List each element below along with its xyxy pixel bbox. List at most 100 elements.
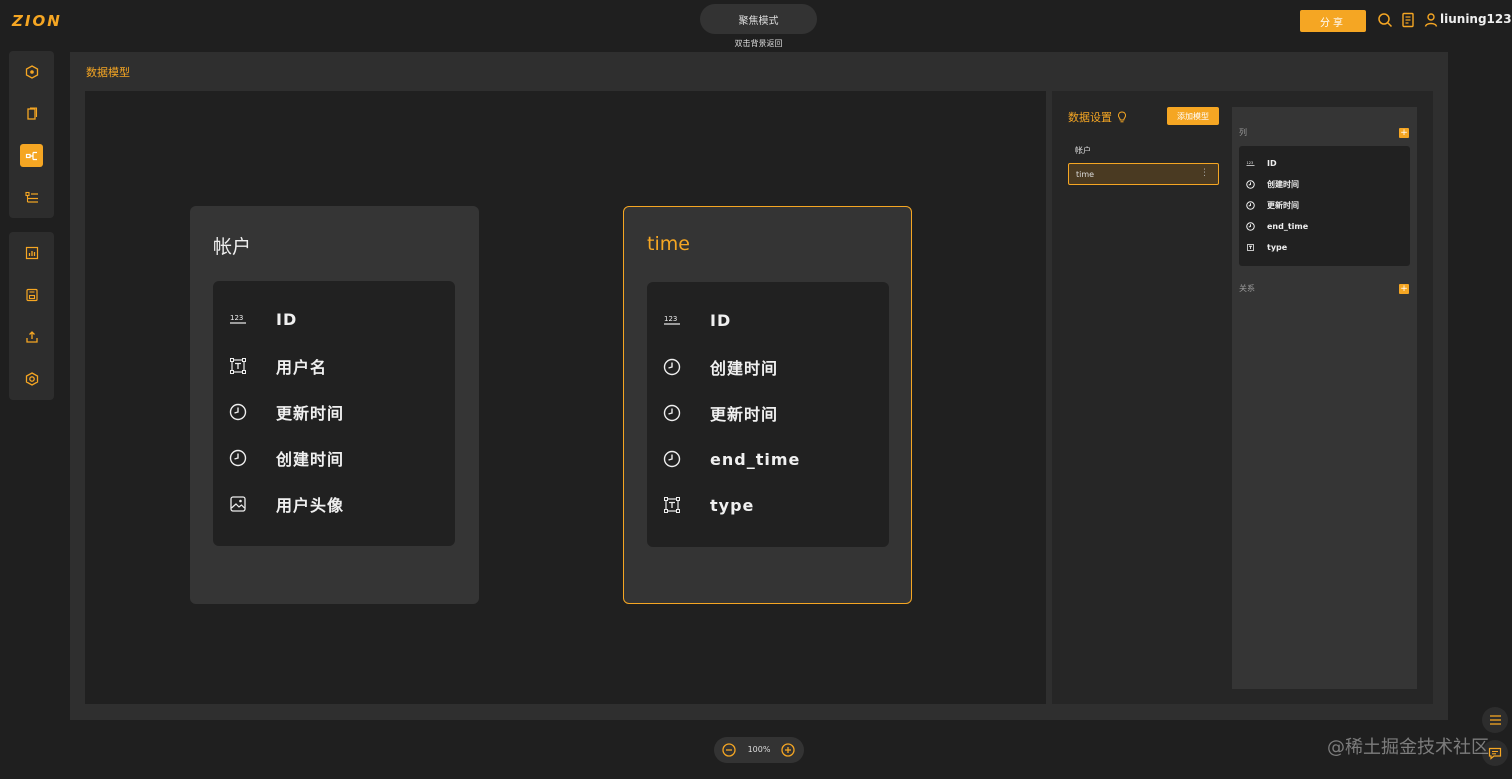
field-label: 创建时间 bbox=[276, 450, 345, 469]
column-label: ID bbox=[1267, 158, 1277, 168]
field-list: 123 ID 创建时间 更新时间 end_time type bbox=[647, 282, 889, 547]
image-icon bbox=[229, 495, 247, 513]
settings-title-text: 数据设置 bbox=[1068, 111, 1112, 124]
svg-text:123: 123 bbox=[1247, 161, 1254, 165]
field-row[interactable]: type bbox=[647, 490, 889, 520]
clock-icon bbox=[663, 450, 681, 468]
sidebar-item-save[interactable] bbox=[20, 283, 43, 306]
field-row[interactable]: 用户头像 bbox=[213, 489, 455, 519]
field-list: 123 ID 用户名 更新时间 创建时间 用户头像 bbox=[213, 281, 455, 546]
zoom-level: 100% bbox=[747, 745, 771, 754]
columns-header: 列 bbox=[1239, 128, 1247, 137]
add-model-button[interactable]: 添加模型 bbox=[1167, 107, 1219, 125]
zoom-control: 100% bbox=[714, 737, 804, 763]
svg-text:123: 123 bbox=[230, 314, 243, 322]
sidebar-item-components[interactable] bbox=[20, 60, 43, 83]
model-list-item-label: time bbox=[1076, 169, 1095, 179]
document-icon[interactable] bbox=[1400, 12, 1416, 28]
app-logo[interactable]: ZION bbox=[12, 12, 62, 30]
page-title: 数据模型 bbox=[86, 66, 130, 79]
text-icon bbox=[229, 357, 247, 375]
field-label: end_time bbox=[710, 449, 801, 469]
user-icon[interactable] bbox=[1423, 12, 1439, 28]
field-label: 更新时间 bbox=[710, 405, 779, 424]
field-row[interactable]: 创建时间 bbox=[213, 443, 455, 473]
zoom-out-icon[interactable] bbox=[722, 743, 736, 757]
sidebar-item-export[interactable] bbox=[20, 325, 43, 348]
field-label: ID bbox=[710, 310, 732, 330]
sidebar-item-dashboard[interactable] bbox=[20, 241, 43, 264]
model-name: 帐户 bbox=[213, 236, 252, 258]
text-icon bbox=[1246, 243, 1255, 252]
chart-icon bbox=[25, 246, 38, 259]
number-icon: 123 bbox=[1246, 159, 1255, 168]
column-row[interactable]: type bbox=[1239, 240, 1410, 254]
tree-list-icon bbox=[24, 191, 38, 203]
sidebar-item-tree[interactable] bbox=[20, 186, 43, 209]
sidebar-group-secondary bbox=[9, 232, 54, 400]
focus-mode-button[interactable]: 聚焦模式 bbox=[700, 4, 817, 34]
sidebar-item-settings[interactable] bbox=[20, 367, 43, 390]
number-icon: 123 bbox=[663, 311, 681, 329]
data-model-icon bbox=[25, 151, 37, 160]
username[interactable]: liuning123 bbox=[1440, 12, 1512, 26]
field-label: 更新时间 bbox=[276, 404, 345, 423]
lightbulb-icon[interactable] bbox=[1117, 111, 1127, 123]
column-list: 123 ID 创建时间 更新时间 end_time type bbox=[1239, 146, 1410, 266]
add-relation-button[interactable]: + bbox=[1399, 284, 1409, 294]
field-row[interactable]: 更新时间 bbox=[213, 397, 455, 427]
clock-icon bbox=[229, 403, 247, 421]
zoom-in-icon[interactable] bbox=[781, 743, 795, 757]
clock-icon bbox=[663, 358, 681, 376]
field-row[interactable]: end_time bbox=[647, 444, 889, 474]
sidebar-group-primary bbox=[9, 51, 54, 218]
column-row[interactable]: end_time bbox=[1239, 219, 1410, 233]
field-row[interactable]: 更新时间 bbox=[647, 398, 889, 428]
more-options-icon[interactable]: ⋮ bbox=[1200, 168, 1209, 178]
column-label: type bbox=[1267, 242, 1288, 252]
field-label: 创建时间 bbox=[710, 359, 779, 378]
field-row[interactable]: 创建时间 bbox=[647, 352, 889, 382]
clock-icon bbox=[1246, 200, 1255, 210]
clock-icon bbox=[663, 404, 681, 422]
field-label: type bbox=[710, 495, 755, 515]
column-row[interactable]: 创建时间 bbox=[1239, 177, 1410, 191]
save-icon bbox=[25, 288, 38, 301]
column-label: 创建时间 bbox=[1267, 179, 1299, 189]
text-icon bbox=[663, 496, 681, 514]
clock-icon bbox=[229, 449, 247, 467]
sidebar-item-pages[interactable] bbox=[20, 102, 43, 125]
add-column-button[interactable]: + bbox=[1399, 128, 1409, 138]
number-icon: 123 bbox=[229, 310, 247, 328]
model-card-account[interactable]: 帐户 123 ID 用户名 更新时间 创建时间 用户头像 bbox=[190, 206, 479, 604]
gear-icon bbox=[25, 371, 38, 386]
field-row[interactable]: 123 ID bbox=[647, 305, 889, 335]
clock-icon bbox=[1246, 179, 1255, 189]
search-icon[interactable] bbox=[1377, 12, 1393, 28]
watermark: @稀土掘金技术社区 bbox=[1327, 737, 1489, 758]
field-label: ID bbox=[276, 309, 298, 329]
pages-icon bbox=[26, 106, 37, 120]
clock-icon bbox=[1246, 221, 1255, 231]
svg-text:123: 123 bbox=[664, 315, 677, 323]
field-row[interactable]: 123 ID bbox=[213, 304, 455, 334]
field-label: 用户名 bbox=[276, 358, 328, 377]
settings-title: 数据设置 bbox=[1068, 109, 1127, 125]
focus-mode-hint: 双击背景返回 bbox=[734, 39, 783, 48]
column-row[interactable]: 更新时间 bbox=[1239, 198, 1410, 212]
field-label: 用户头像 bbox=[276, 496, 345, 515]
hexagon-icon bbox=[25, 64, 38, 79]
column-label: 更新时间 bbox=[1267, 200, 1299, 210]
model-card-time[interactable]: time 123 ID 创建时间 更新时间 end_time type bbox=[623, 206, 912, 604]
column-label: end_time bbox=[1267, 221, 1309, 231]
column-row[interactable]: 123 ID bbox=[1239, 156, 1410, 170]
share-button[interactable]: 分享 bbox=[1300, 10, 1366, 32]
model-list-item-selected[interactable]: time ⋮ bbox=[1068, 163, 1219, 185]
model-list-item[interactable]: 帐户 bbox=[1068, 139, 1219, 161]
model-name: time bbox=[647, 233, 690, 255]
menu-icon[interactable] bbox=[1482, 707, 1508, 733]
sidebar-item-data-model[interactable] bbox=[20, 144, 43, 167]
upload-icon bbox=[25, 330, 38, 343]
field-row[interactable]: 用户名 bbox=[213, 351, 455, 381]
relations-header: 关系 bbox=[1239, 284, 1255, 293]
